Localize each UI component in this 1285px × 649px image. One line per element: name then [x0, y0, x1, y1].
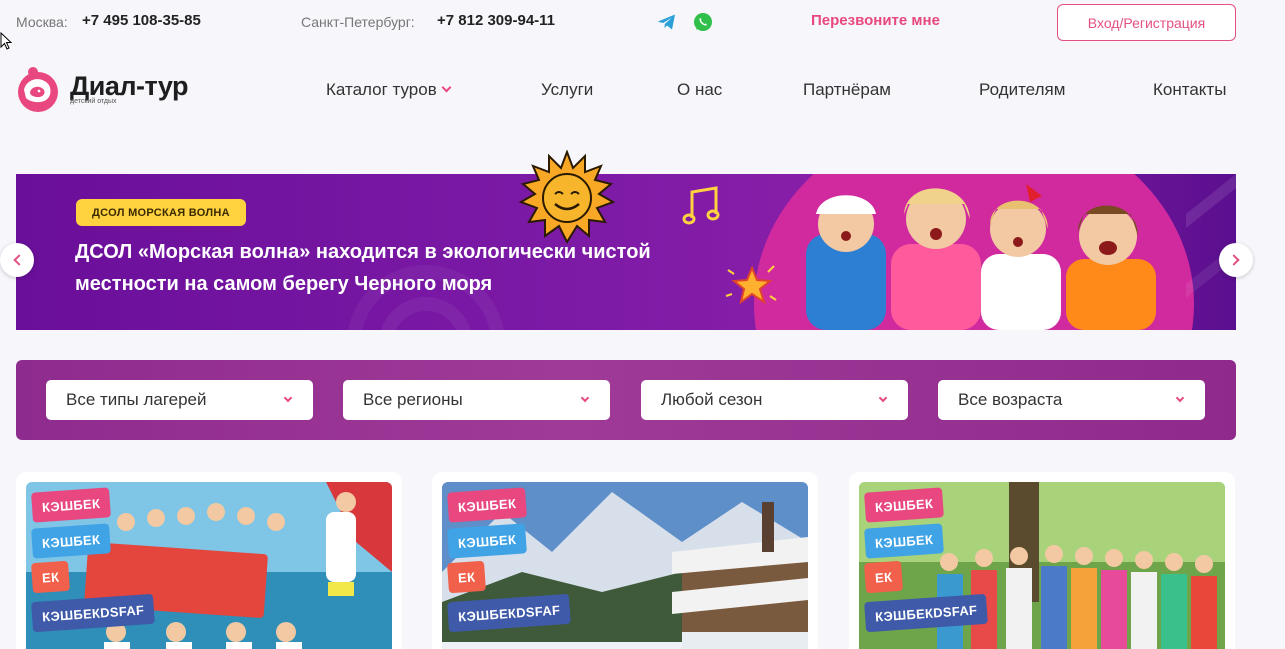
chevron-down-icon — [441, 82, 452, 93]
cashback-badge: КЭШБЕК — [864, 487, 945, 523]
chevron-down-icon — [580, 393, 590, 403]
chevron-down-icon — [1175, 393, 1185, 403]
banner-title: ДСОЛ «Морская волна» находится в экологи… — [75, 241, 651, 295]
cashback-badge: КЭШБЕК — [31, 523, 112, 559]
camp-type-value: Все типы лагерей — [66, 390, 207, 409]
hero-banner[interactable]: ДСОЛ МОРСКАЯ ВОЛНА ДСОЛ «Морская волна» … — [16, 150, 1236, 330]
music-note-icon — [682, 186, 720, 225]
spb-phone-link[interactable]: +7 812 309-94-11 — [437, 12, 555, 29]
tour-card[interactable]: КЭШБЕК КЭШБЕК ЕК КЭШБЕКDSFAF — [16, 472, 402, 649]
login-register-button[interactable]: Вход/Регистрация — [1057, 4, 1236, 41]
nav-item-label: Каталог туров — [326, 80, 437, 99]
tour-filter-bar: Все типы лагерей Все регионы Любой сезон… — [16, 360, 1236, 440]
moscow-city-label: Москва: — [16, 14, 68, 30]
chevron-right-icon — [1228, 254, 1240, 266]
chevron-down-icon — [878, 393, 888, 403]
nav-item-catalog[interactable]: Каталог туров — [326, 80, 452, 100]
nav-item-parents[interactable]: Родителям — [979, 80, 1065, 100]
cashback-badge: КЭШБЕК — [864, 523, 945, 559]
kids-photo — [806, 184, 1156, 330]
chevron-left-icon — [13, 254, 25, 266]
slider-next-button[interactable] — [1219, 243, 1253, 277]
nav-item-about[interactable]: О нас — [677, 80, 722, 100]
age-select[interactable]: Все возраста — [938, 380, 1205, 420]
slider-prev-button[interactable] — [0, 243, 34, 277]
chevron-down-icon — [283, 393, 293, 403]
tour-card-image: КЭШБЕК КЭШБЕК ЕК КЭШБЕКDSFAF — [26, 482, 392, 649]
season-value: Любой сезон — [661, 390, 763, 409]
region-value: Все регионы — [363, 390, 463, 409]
cashback-badge: КЭШБЕК — [31, 487, 112, 523]
age-value: Все возраста — [958, 390, 1063, 409]
cashback-badge: ЕК — [30, 560, 71, 594]
main-nav: Каталог туров Услуги О нас Партнёрам Род… — [0, 80, 1285, 104]
moscow-phone-link[interactable]: +7 495 108-35-85 — [82, 12, 201, 29]
tour-card-image: КЭШБЕК КЭШБЕК ЕК КЭШБЕКDSFAF — [859, 482, 1225, 649]
cashback-badge: ЕК — [863, 560, 904, 594]
cashback-badge: КЭШБЕК — [447, 487, 528, 523]
whatsapp-icon[interactable] — [693, 12, 713, 32]
tour-card[interactable]: КЭШБЕК КЭШБЕК ЕК КЭШБЕКDSFAF — [849, 472, 1235, 649]
nav-item-services[interactable]: Услуги — [541, 80, 593, 100]
star-icon — [725, 265, 777, 305]
callback-link[interactable]: Перезвоните мне — [811, 12, 940, 29]
camp-type-select[interactable]: Все типы лагерей — [46, 380, 313, 420]
season-select[interactable]: Любой сезон — [641, 380, 908, 420]
cashback-badge: КЭШБЕК — [447, 523, 528, 559]
cashback-badge: ЕК — [446, 560, 487, 594]
spb-city-label: Санкт-Петербург: — [301, 14, 415, 30]
banner-tag: ДСОЛ МОРСКАЯ ВОЛНА — [76, 199, 246, 226]
tour-card[interactable]: КЭШБЕК КЭШБЕК ЕК КЭШБЕКDSFAF — [432, 472, 818, 649]
smiling-sun-icon — [519, 150, 615, 245]
tour-card-image: КЭШБЕК КЭШБЕК ЕК КЭШБЕКDSFAF — [442, 482, 808, 649]
top-bar: Москва: +7 495 108-35-85 Санкт-Петербург… — [0, 0, 1285, 44]
nav-item-contacts[interactable]: Контакты — [1153, 80, 1226, 100]
nav-item-partners[interactable]: Партнёрам — [803, 80, 891, 100]
telegram-icon[interactable] — [657, 12, 677, 32]
region-select[interactable]: Все регионы — [343, 380, 610, 420]
